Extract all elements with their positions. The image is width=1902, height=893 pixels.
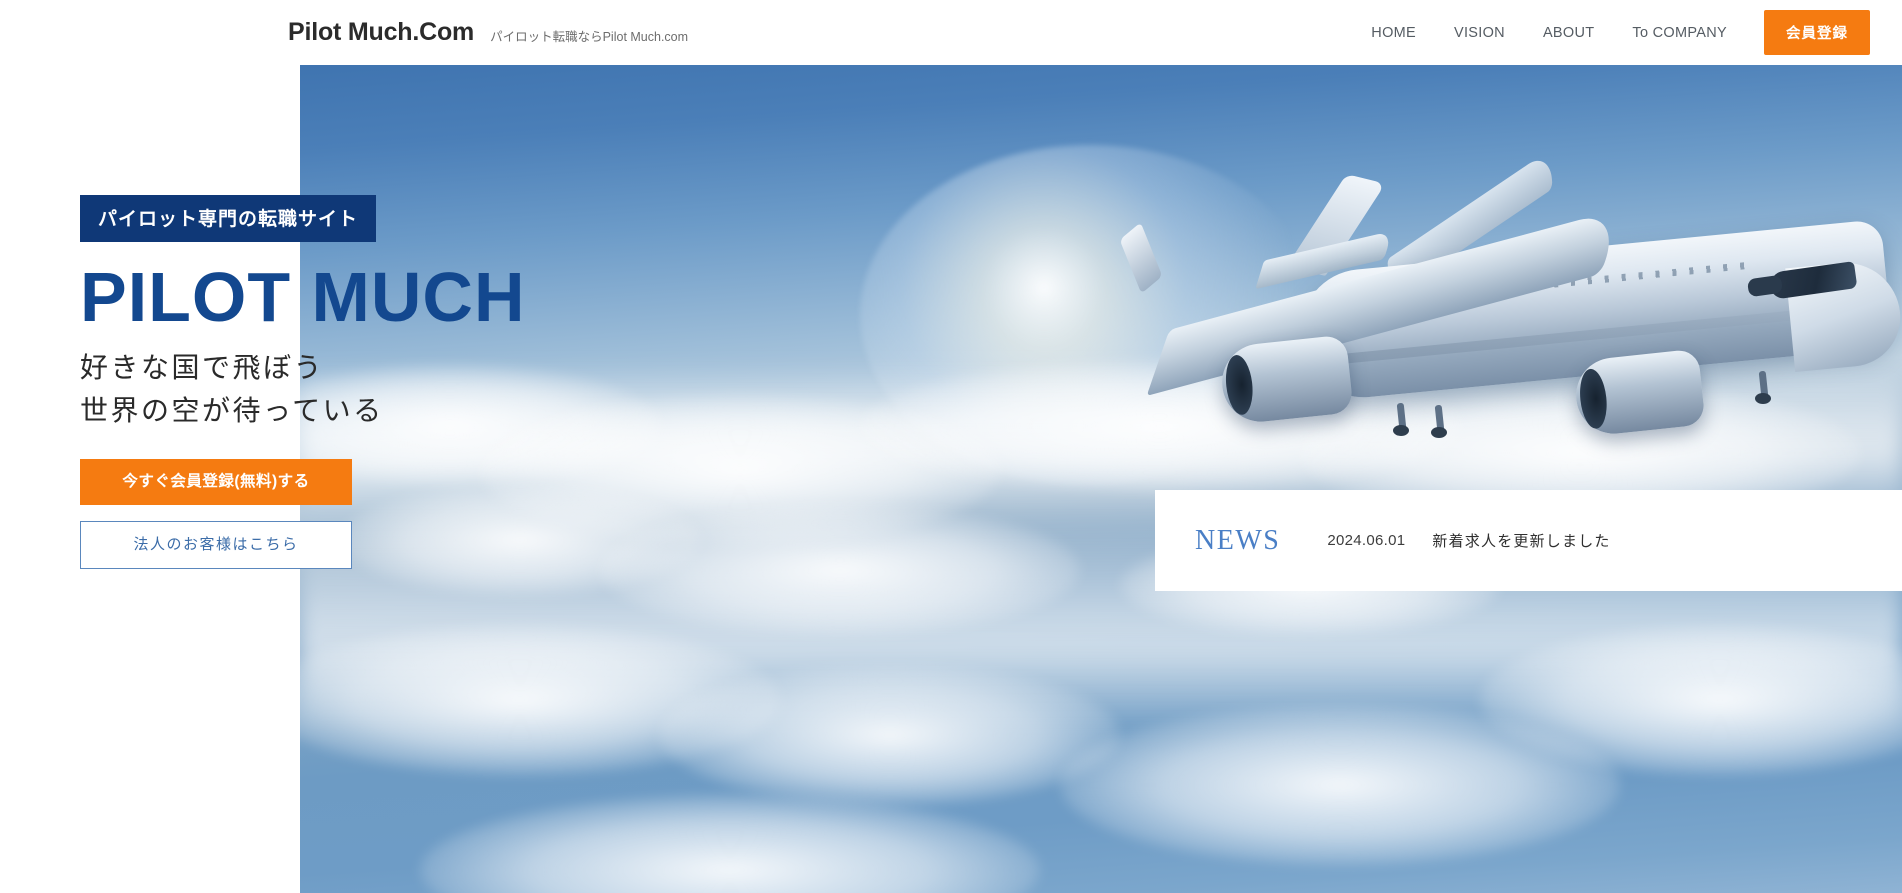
nav-item-to-company[interactable]: To COMPANY (1613, 25, 1746, 41)
news-panel: NEWS 2024.06.01 新着求人を更新しました (1155, 490, 1902, 591)
nav-item-home[interactable]: HOME (1352, 25, 1435, 41)
hero-subtitle-line-2: 世界の空が待っている (80, 395, 384, 427)
hero-badge: パイロット専門の転職サイト (80, 195, 377, 242)
cloud-11 (420, 795, 1040, 893)
hero-content: パイロット専門の転職サイト PILOT MUCH 好きな国で飛ぼう 世界の空が待… (80, 195, 620, 570)
airplane-graphic (1000, 149, 1902, 485)
main-navigation: HOME VISION ABOUT To COMPANY 会員登録 (1352, 0, 1902, 65)
news-item-date: 2024.06.01 (1327, 532, 1406, 549)
news-item-title[interactable]: 新着求人を更新しました (1432, 530, 1610, 551)
cloud-6 (600, 505, 1080, 635)
hero-cta-group: 今すぐ会員登録(無料)する 法人のお客様はこちら (80, 459, 620, 570)
news-heading: NEWS (1195, 524, 1281, 556)
header-signup-button[interactable]: 会員登録 (1764, 10, 1870, 55)
engine-intake-left (1223, 353, 1256, 417)
hero-title: PILOT MUCH (80, 258, 526, 336)
site-tagline: パイロット転職ならPilot Much.com (490, 29, 689, 44)
site-header: Pilot Much.Com パイロット転職ならPilot Much.com H… (0, 0, 1902, 65)
site-logo-text[interactable]: Pilot Much.Com (288, 18, 474, 47)
nav-links: HOME VISION ABOUT To COMPANY (1352, 25, 1746, 41)
landing-gear-wheel-1 (1393, 425, 1409, 436)
hero-signup-button[interactable]: 今すぐ会員登録(無料)する (80, 459, 352, 506)
hero-corporate-button[interactable]: 法人のお客様はこちら (80, 521, 352, 570)
hero-section: パイロット専門の転職サイト PILOT MUCH 好きな国で飛ぼう 世界の空が待… (0, 65, 1902, 893)
hero-subtitle: 好きな国で飛ぼう 世界の空が待っている (80, 348, 620, 433)
nose-gear-wheel (1755, 393, 1771, 404)
landing-gear-wheel-2 (1431, 427, 1447, 438)
hero-subtitle-line-1: 好きな国で飛ぼう (80, 353, 325, 385)
cloud-8 (660, 665, 1120, 805)
engine-intake-right (1577, 367, 1610, 430)
brand-area: Pilot Much.Com パイロット転職ならPilot Much.com (288, 0, 688, 65)
nav-item-about[interactable]: ABOUT (1524, 25, 1613, 41)
landing-page: Pilot Much.Com パイロット転職ならPilot Much.com H… (0, 0, 1902, 893)
nav-item-vision[interactable]: VISION (1435, 25, 1524, 41)
plane-winglet (1119, 222, 1163, 294)
